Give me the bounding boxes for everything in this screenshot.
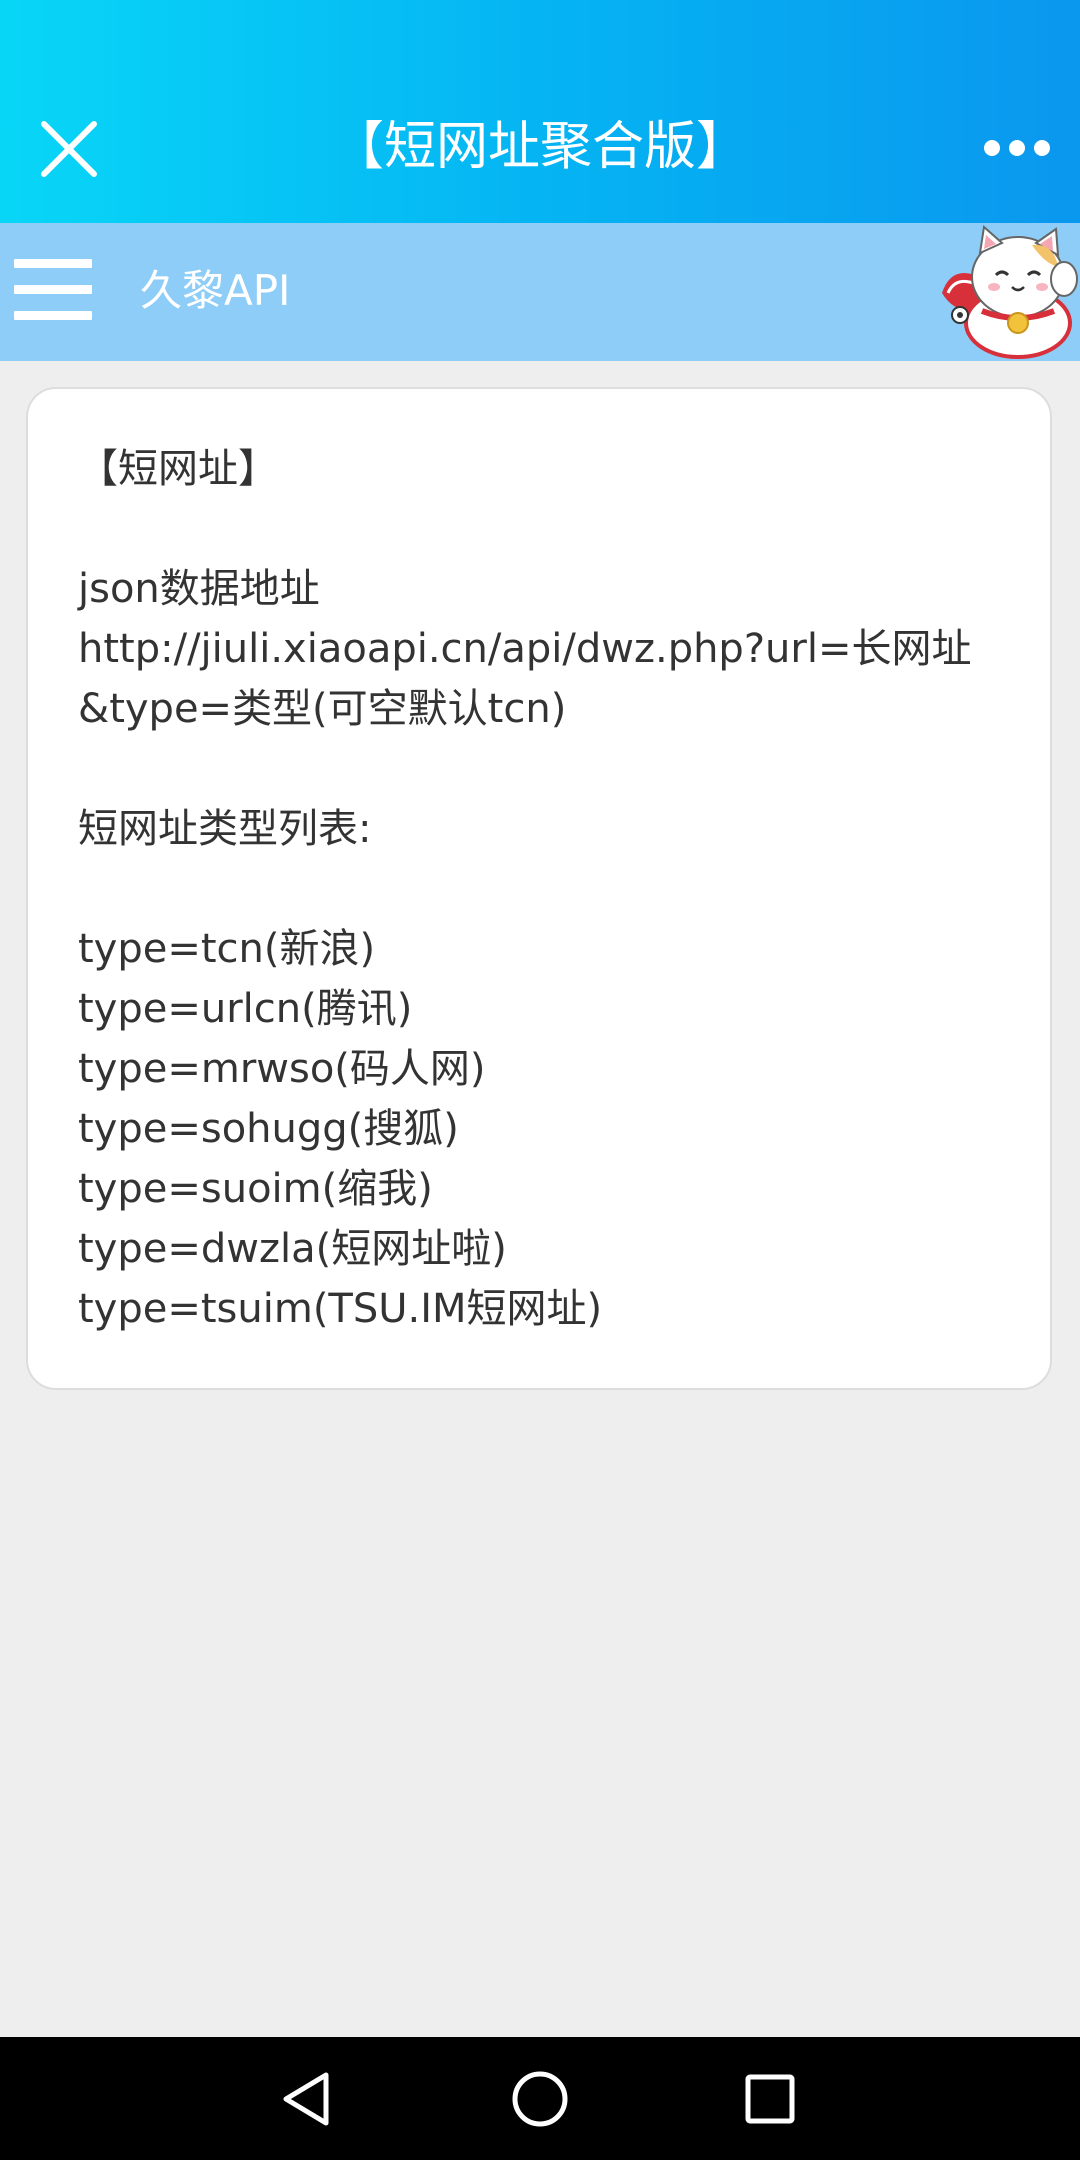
type-item-dwzla: type=dwzla(短网址啦) [78,1226,507,1272]
content-heading: 【短网址】 [78,446,278,492]
type-item-mrwso: type=mrwso(码人网) [78,1046,486,1092]
page-title: 【短网址聚合版】 [331,117,748,177]
api-url-line: http://jiuli.xiaoapi.cn/api/dwz.php?url=… [78,626,972,672]
type-item-urlcn: type=urlcn(腾讯) [78,986,413,1032]
lucky-cat-icon [932,223,1080,361]
system-nav-bar [0,2037,1080,2160]
more-dots-icon[interactable] [982,128,1052,168]
hamburger-menu-icon[interactable] [14,259,94,321]
content-card: 【短网址】 json数据地址 http://jiuli.xiaoapi.cn/a… [26,387,1052,1390]
json-address-label: json数据地址 [78,566,320,612]
type-list-heading: 短网址类型列表: [78,806,372,852]
site-header: 久黎API [0,223,1080,361]
back-triangle-icon[interactable] [276,2067,340,2131]
screen: 【短网址聚合版】 久黎API 【短网址】 json数据地址 http://jiu… [0,0,1080,2160]
title-bar: 【短网址聚合版】 [0,0,1080,223]
api-url-params-line: &type=类型(可空默认tcn) [78,686,567,732]
site-brand[interactable]: 久黎API [140,263,290,319]
home-circle-icon[interactable] [508,2067,572,2131]
type-item-tsuim: type=tsuim(TSU.IM短网址) [78,1286,603,1332]
type-item-tcn: type=tcn(新浪) [78,926,376,972]
type-item-suoim: type=suoim(缩我) [78,1166,433,1212]
type-item-sohugg: type=sohugg(搜狐) [78,1106,459,1152]
close-icon[interactable] [38,118,100,180]
recents-square-icon[interactable] [738,2067,802,2131]
